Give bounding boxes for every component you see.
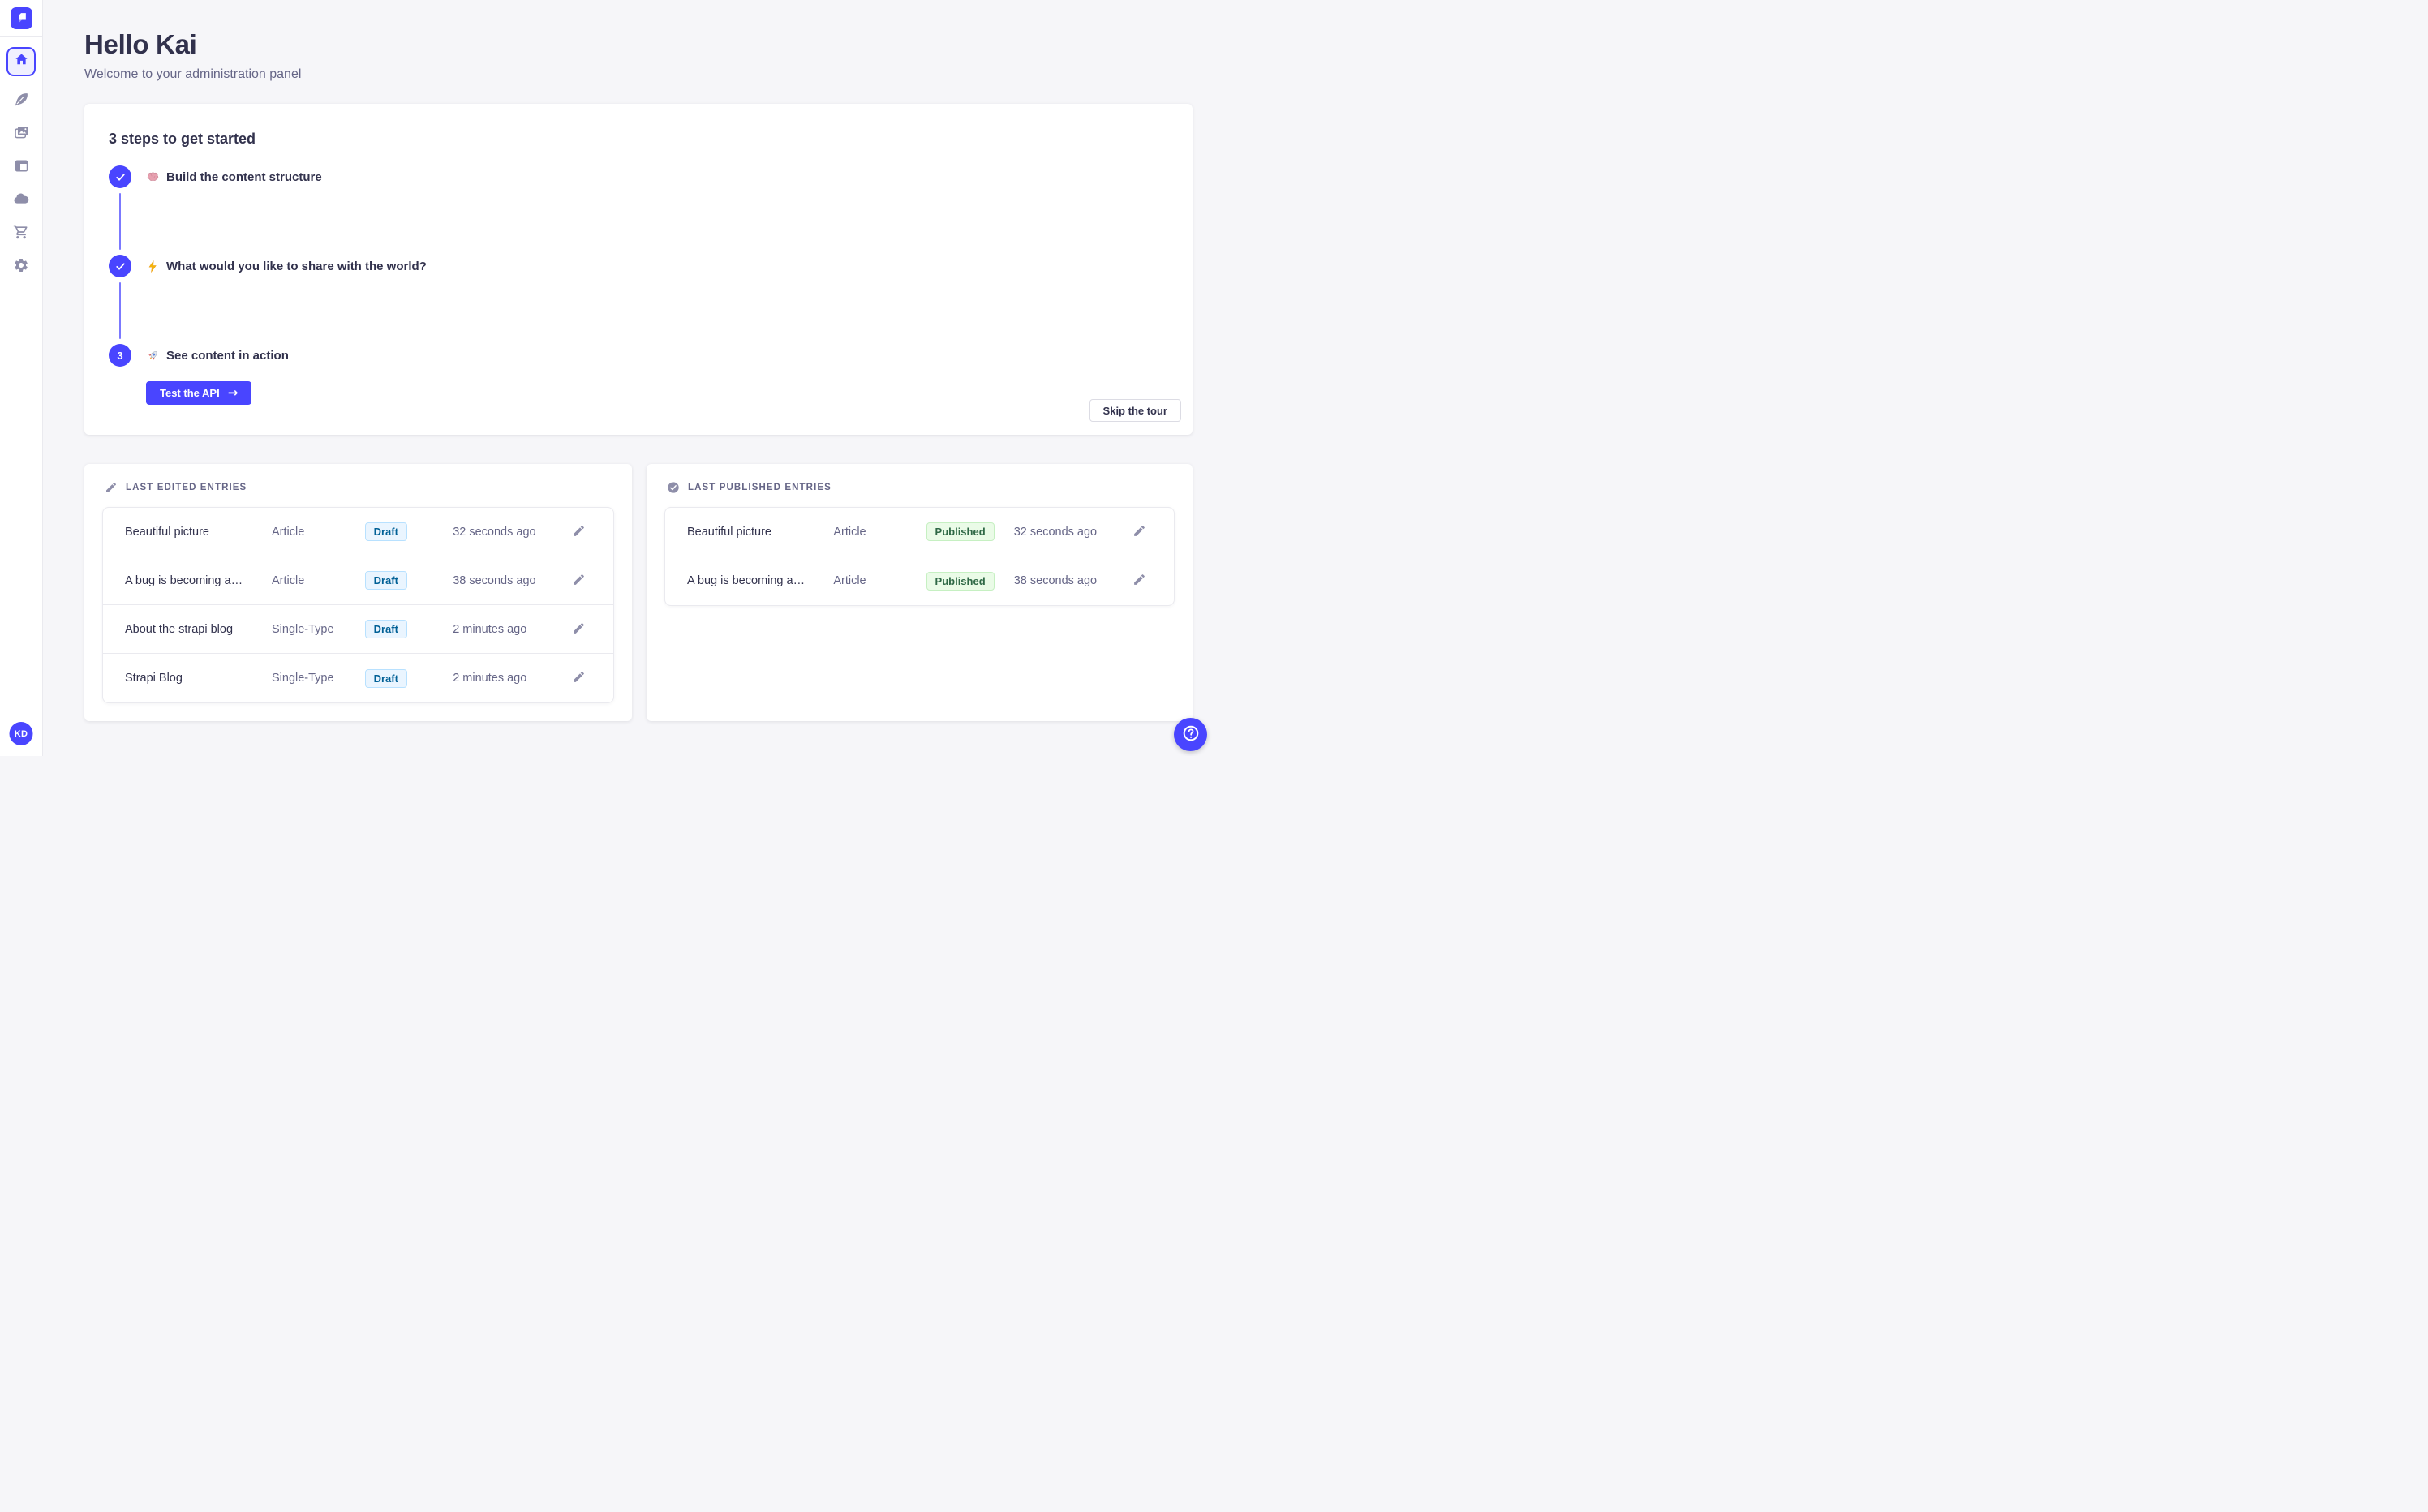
step-connector [119,193,121,250]
onboarding-title: 3 steps to get started [109,131,256,147]
edit-entry-button[interactable] [570,621,588,638]
pencil-icon [1132,573,1146,589]
status-badge: Draft [364,668,407,688]
page-title: Hello Kai [84,29,197,59]
step-3-label: See content in action [146,349,289,363]
skip-tour-button[interactable]: Skip the tour [1089,399,1181,422]
pencil-icon [105,481,118,494]
step-2: What would you like to share with the wo… [109,255,1168,277]
page-header: Hello Kai Welcome to your administration… [84,29,301,82]
entry-time: 32 seconds ago [453,525,536,539]
help-button[interactable] [1174,718,1207,751]
entry-time: 38 seconds ago [1013,574,1098,587]
workspace-logo-wrap [0,0,42,36]
pencil-icon [572,621,586,638]
entry-row: Beautiful picture Article Draft 32 secon… [103,508,613,556]
entry-row: A bug is becoming a… Article Published 3… [665,556,1174,605]
entry-kind: Article [271,525,305,539]
arrow-right-icon: → [227,385,239,400]
status-badge: Published [926,522,995,541]
status-badge: Draft [364,571,407,590]
entry-title: A bug is becoming a… [125,573,243,587]
last-published-header: LAST PUBLISHED ENTRIES [664,480,1175,495]
step-1: Build the content structure [109,165,1168,188]
entry-row: About the strapi blog Single-Type Draft … [103,605,613,654]
entry-kind: Article [833,574,866,587]
entry-kind: Single-Type [271,672,334,685]
step-2-done-check-icon [109,255,131,277]
last-edited-title: LAST EDITED ENTRIES [126,483,247,492]
entry-title: A bug is becoming a… [687,574,806,587]
entry-kind: Article [271,573,305,587]
last-published-title: LAST PUBLISHED ENTRIES [688,483,832,492]
entry-title: Beautiful picture [125,525,209,539]
strapi-admin-homepage: KD Hello Kai Welcome to your administrat… [0,0,1214,756]
last-edited-card: LAST EDITED ENTRIES Beautiful picture Ar… [84,464,632,721]
brain-emoji-icon [146,170,160,184]
gear-icon [13,257,29,277]
sidebar-item-marketplace[interactable] [13,224,30,244]
sidebar-item-content-type-builder[interactable] [13,159,30,176]
entry-title: Beautiful picture [687,525,771,539]
cloud-icon [12,190,30,212]
home-icon [14,52,29,71]
last-published-table: Beautiful picture Article Published 32 s… [664,507,1175,606]
pencil-icon [572,573,586,589]
test-api-button[interactable]: Test the API → [146,381,252,405]
sidebar-nav [6,37,36,276]
last-published-card: LAST PUBLISHED ENTRIES Beautiful picture… [647,464,1193,721]
entry-row: Strapi Blog Single-Type Draft 2 minutes … [103,654,613,702]
step-2-label: What would you like to share with the wo… [146,260,427,273]
entry-time: 38 seconds ago [453,573,536,587]
feather-icon [13,91,30,112]
last-edited-header: LAST EDITED ENTRIES [102,480,614,495]
entry-row: Beautiful picture Article Published 32 s… [665,508,1174,556]
pencil-icon [1132,524,1146,540]
strapi-logo-icon [10,6,32,29]
steps-list: Build the content structure What would y… [109,165,1168,405]
status-badge: Draft [364,620,407,638]
entry-time: 2 minutes ago [453,622,527,636]
rocket-emoji-icon [146,348,160,363]
step-connector [119,282,121,339]
layout-icon [13,157,30,178]
sidebar-item-deploy[interactable] [13,192,30,209]
pencil-icon [572,524,586,540]
step-3: 3 See content in action [109,344,1168,367]
entry-title: Strapi Blog [125,672,183,685]
check-circle-icon [667,481,680,494]
sidebar-item-content-manager[interactable] [13,92,30,110]
page-subtitle: Welcome to your administration panel [84,67,302,81]
pencil-icon [572,670,586,686]
edit-entry-button[interactable] [570,669,588,687]
entry-time: 2 minutes ago [453,672,527,685]
cart-icon [13,224,29,244]
sidebar-item-settings[interactable] [13,259,30,276]
user-avatar[interactable]: KD [9,722,33,745]
entry-time: 32 seconds ago [1013,525,1098,539]
sidebar: KD [0,0,43,756]
bolt-emoji-icon [146,260,160,273]
onboarding-card: 3 steps to get started Build the content… [84,104,1193,435]
images-icon [13,124,30,145]
entry-row: A bug is becoming a… Article Draft 38 se… [103,556,613,605]
step-1-done-check-icon [109,165,131,188]
step-3-number-badge: 3 [109,344,131,367]
last-edited-table: Beautiful picture Article Draft 32 secon… [102,507,614,703]
edit-entry-button[interactable] [570,523,588,541]
edit-entry-button[interactable] [570,572,588,590]
status-badge: Published [926,571,995,591]
edit-entry-button[interactable] [1131,523,1149,541]
question-mark-icon [1181,724,1201,745]
sidebar-item-media-library[interactable] [13,126,30,143]
entry-kind: Single-Type [271,622,334,636]
edit-entry-button[interactable] [1131,572,1149,590]
step-1-label: Build the content structure [146,170,322,184]
entry-kind: Article [833,525,866,539]
entry-title: About the strapi blog [125,622,234,636]
status-badge: Draft [364,522,407,541]
sidebar-item-home[interactable] [6,47,36,76]
